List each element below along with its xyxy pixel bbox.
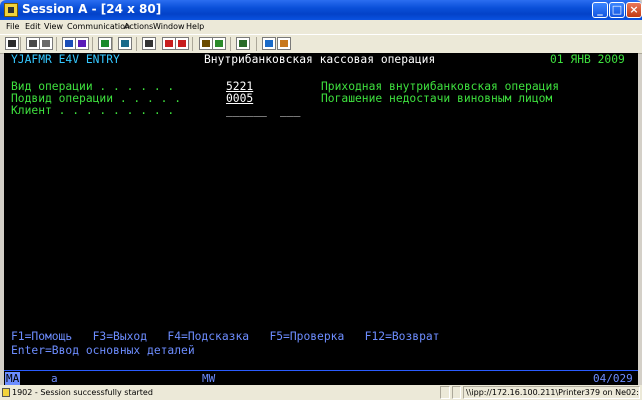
help-book-icon[interactable] bbox=[236, 37, 250, 50]
window-title: Session A - [24 x 80] bbox=[22, 2, 162, 16]
menu-actions[interactable]: Actions bbox=[124, 22, 153, 31]
screen-title: Внутрибанковская кассовая операция bbox=[204, 53, 436, 66]
function-keys-line-2: Enter=Ввод основных деталей bbox=[11, 344, 195, 357]
toolbar-separator bbox=[92, 37, 93, 51]
client-input-1[interactable]: ______ bbox=[226, 105, 267, 117]
printer-session-panel: \\ipp://172.16.100.211\Printer379 on Ne0… bbox=[463, 386, 640, 399]
status-panel-blank bbox=[440, 386, 450, 399]
function-keys-line-1: F1=Помощь F3=Выход F4=Подсказка F5=Прове… bbox=[11, 330, 440, 343]
macro-stop-icon[interactable] bbox=[175, 37, 189, 50]
menu-bar: File Edit View Communication Actions Win… bbox=[0, 20, 642, 34]
session-status-icon bbox=[2, 388, 10, 397]
toolbar-separator bbox=[56, 37, 57, 51]
menu-file[interactable]: File bbox=[6, 22, 19, 31]
print-screen-icon[interactable] bbox=[5, 37, 19, 50]
title-bar[interactable]: Session A - [24 x 80] _ □ × bbox=[0, 0, 642, 20]
program-id: YJAFMR E4V ENTRY bbox=[11, 53, 120, 66]
menu-help[interactable]: Help bbox=[186, 22, 204, 31]
menu-edit[interactable]: Edit bbox=[25, 22, 41, 31]
macro-record-icon[interactable] bbox=[142, 37, 156, 50]
terminal-screen[interactable]: YJAFMR E4V ENTRY Внутрибанковская кассов… bbox=[4, 53, 638, 370]
toolbar bbox=[0, 34, 642, 54]
status-message: 1902 - Session successfully started bbox=[12, 388, 153, 397]
operator-info-area: MA a MW 04/029 bbox=[4, 370, 638, 386]
app-icon[interactable] bbox=[4, 3, 18, 17]
keypad-icon[interactable] bbox=[199, 37, 213, 50]
toolbar-separator bbox=[192, 37, 193, 51]
macro-play-icon[interactable] bbox=[162, 37, 176, 50]
maximize-button[interactable]: □ bbox=[609, 2, 625, 18]
receive-file-icon[interactable] bbox=[75, 37, 89, 50]
toolbar-separator bbox=[230, 37, 231, 51]
op-subtype-description: Погашение недостачи виновным лицом bbox=[321, 92, 553, 105]
menu-window[interactable]: Window bbox=[153, 22, 185, 31]
client-input-2[interactable]: ___ bbox=[280, 105, 300, 117]
status-panel-blank-2 bbox=[452, 386, 461, 399]
oia-mode-indicator: MW bbox=[202, 372, 216, 385]
send-file-icon[interactable] bbox=[62, 37, 76, 50]
oia-session-indicator: a bbox=[51, 372, 58, 385]
client-label: Клиент . . . . . . . . . bbox=[11, 104, 175, 117]
display-icon[interactable] bbox=[98, 37, 112, 50]
close-button[interactable]: × bbox=[626, 2, 642, 18]
toolbar-separator bbox=[256, 37, 257, 51]
globe-icon[interactable] bbox=[262, 37, 276, 50]
keyboard-map-icon[interactable] bbox=[118, 37, 132, 50]
copy-icon[interactable] bbox=[26, 37, 40, 50]
toolbar-separator bbox=[136, 37, 137, 51]
screen-date: 01 ЯНВ 2009 bbox=[550, 53, 625, 66]
oia-ma-indicator: MA bbox=[5, 372, 21, 385]
toolbar-separator bbox=[112, 37, 113, 51]
toolbar-separator bbox=[20, 37, 21, 51]
settings-icon[interactable] bbox=[212, 37, 226, 50]
menu-view[interactable]: View bbox=[44, 22, 63, 31]
status-bar: 1902 - Session successfully started \\ip… bbox=[0, 385, 642, 400]
paste-icon[interactable] bbox=[39, 37, 53, 50]
tag-icon[interactable] bbox=[277, 37, 291, 50]
menu-communication[interactable]: Communication bbox=[67, 22, 130, 31]
cursor-position: 04/029 bbox=[593, 372, 633, 385]
minimize-button[interactable]: _ bbox=[592, 2, 608, 18]
